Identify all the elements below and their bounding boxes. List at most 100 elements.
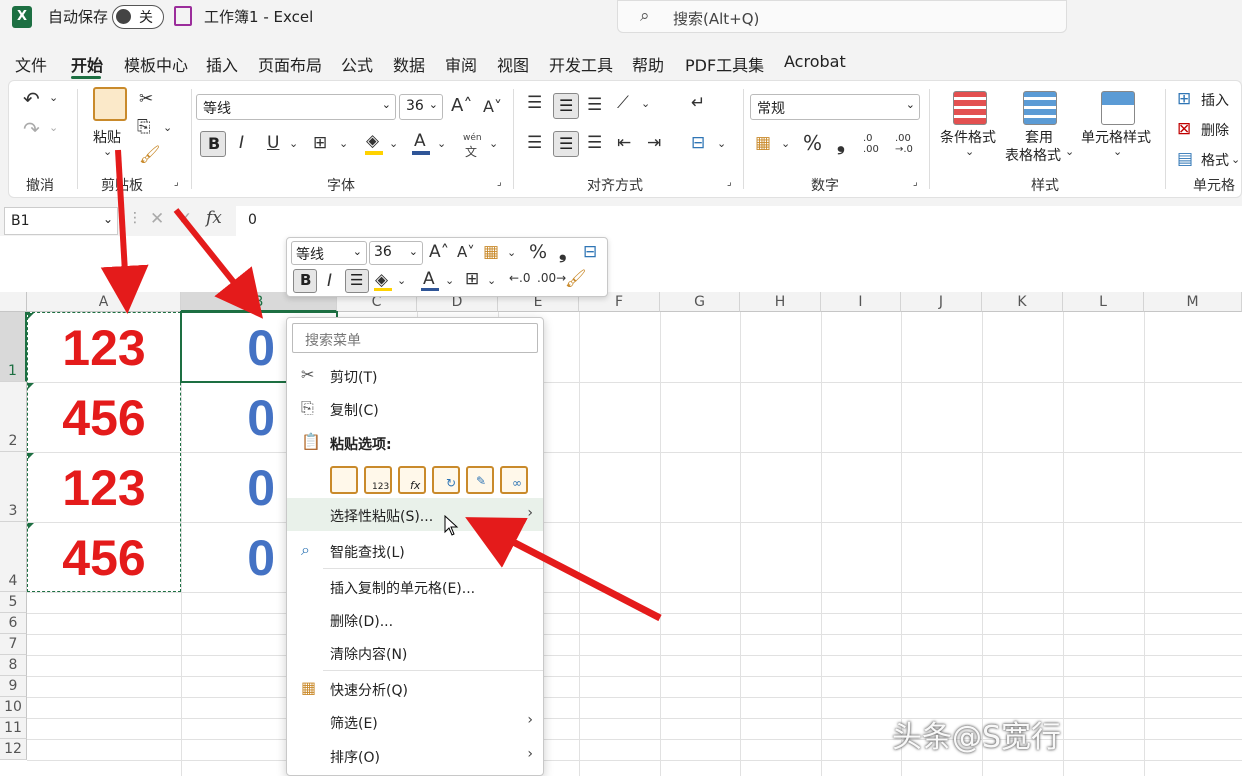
chevron-down-icon[interactable]: ⌄ [1113,145,1122,158]
cell-styles-icon[interactable] [1101,91,1135,125]
align-left-icon[interactable]: ☰ [527,133,542,153]
decrease-font-icon[interactable]: A˅ [483,97,502,116]
mini-italic-button[interactable]: I [327,271,332,291]
increase-indent-icon[interactable]: ⇥ [647,133,661,153]
tab-help[interactable]: 帮助 [632,52,664,76]
percent-button[interactable]: % [803,131,822,155]
font-size-dropdown[interactable]: 36 ⌄ [399,94,443,120]
cell-b3[interactable]: 0 [181,458,275,518]
increase-decimal-button[interactable]: .0.00 [863,133,879,155]
paste-link-icon[interactable]: ∞ [500,466,528,494]
mini-percent-button[interactable]: % [529,241,547,263]
increase-decimal-icon[interactable]: ←.0 [509,271,531,285]
number-format-dropdown[interactable]: 常规 ⌄ [750,94,920,120]
dialog-launcher-icon[interactable]: ⌟ [497,177,502,188]
search-box[interactable]: ⌕ 搜索(Alt+Q) [617,0,1067,33]
chevron-down-icon[interactable]: ⌄ [781,137,790,150]
fill-color-icon[interactable]: ◈ [375,270,388,290]
borders-icon[interactable]: ⊞ [313,133,327,153]
row-header-11[interactable]: 11 [0,718,27,739]
chevron-down-icon[interactable]: ⌄ [717,137,726,150]
fill-color-icon[interactable]: ◈ [366,131,379,151]
chevron-down-icon[interactable]: ⌄ [507,246,516,259]
cut-icon[interactable]: ✂ [139,89,153,109]
format-cells-button[interactable]: 格式 [1201,150,1229,170]
chevron-down-icon[interactable]: ⌄ [339,137,348,150]
table-format-icon[interactable] [1023,91,1057,125]
row-header-8[interactable]: 8 [0,655,27,676]
font-color-icon[interactable]: A [414,131,426,151]
delete-cells-button[interactable]: 删除 [1201,120,1229,140]
cell-styles-button[interactable]: 单元格样式 [1081,127,1151,147]
row-header-10[interactable]: 10 [0,697,27,718]
chevron-down-icon[interactable]: ⌄ [437,137,446,150]
menu-item-smart-lookup[interactable]: ⌕ 智能查找(L) [287,534,543,567]
paste-icon[interactable] [330,466,358,494]
column-header-a[interactable]: A [27,292,181,312]
menu-item-insert-copied[interactable]: 插入复制的单元格(E)... [287,570,543,603]
tab-data[interactable]: 数据 [393,52,425,76]
row-header-12[interactable]: 12 [0,739,27,760]
row-header-3[interactable]: 3 [0,452,27,522]
menu-search-input[interactable]: 搜索菜单 [292,323,538,353]
menu-item-quick-analysis[interactable]: ▦ 快速分析(Q) [287,672,543,705]
chevron-down-icon[interactable]: ⌄ [103,145,112,158]
wrap-text-icon[interactable]: ↵ [691,93,705,113]
conditional-format-button[interactable]: 条件格式 [940,127,996,147]
chevron-down-icon[interactable]: ⌄ [49,91,58,104]
align-center-button[interactable]: ☰ [553,131,579,157]
cell-a4[interactable]: 456 [27,528,181,588]
format-painter-icon[interactable]: 🖌 [565,269,587,289]
cell-a3[interactable]: 123 [27,458,181,518]
chevron-down-icon[interactable]: ⌄ [1231,153,1240,166]
table-format-label-1[interactable]: 套用 [1025,127,1053,147]
tab-view[interactable]: 视图 [497,52,529,76]
mini-bold-button[interactable]: B [293,269,317,293]
tab-templates[interactable]: 模板中心 [124,52,188,76]
orientation-icon[interactable]: ⟋ [617,93,629,113]
select-all-corner[interactable] [0,292,27,312]
font-name-dropdown[interactable]: 等线 ⌄ [196,94,396,120]
redo-icon[interactable]: ↷ [23,117,40,141]
menu-item-cut[interactable]: ✂ 剪切(T) [287,359,543,392]
formula-input[interactable]: 0 [236,206,1242,236]
name-box[interactable]: B1 ⌄ [4,207,118,235]
column-header-m[interactable]: M [1144,292,1242,312]
row-header-2[interactable]: 2 [0,382,27,452]
mini-font-size-dropdown[interactable]: 36 ⌄ [369,241,423,265]
mini-comma-button[interactable]: ❟ [559,241,566,263]
merge-center-icon[interactable]: ⊟ [583,242,597,262]
chevron-down-icon[interactable]: ⌄ [489,137,498,150]
align-middle-button[interactable]: ☰ [553,93,579,119]
autosave-toggle[interactable]: 关 [112,5,164,29]
delete-cells-icon[interactable]: ⊠ [1177,119,1191,139]
cell-a1[interactable]: 123 [27,318,181,378]
chevron-down-icon[interactable]: ⌄ [103,212,113,226]
menu-item-clear[interactable]: 清除内容(N) [287,636,543,669]
chevron-down-icon[interactable]: ⌄ [965,145,974,158]
table-format-button[interactable]: 表格格式 [1005,145,1061,165]
tab-developer[interactable]: 开发工具 [549,52,613,76]
tab-review[interactable]: 审阅 [445,52,477,76]
decrease-indent-icon[interactable]: ⇤ [617,133,631,153]
row-header-7[interactable]: 7 [0,634,27,655]
tab-home[interactable]: 开始 [71,52,103,76]
cell-b4[interactable]: 0 [181,528,275,588]
mini-font-name-dropdown[interactable]: 等线 ⌄ [291,241,367,265]
row-header-6[interactable]: 6 [0,613,27,634]
comma-button[interactable]: ❟ [837,131,845,155]
dialog-launcher-icon[interactable]: ⌟ [174,177,179,188]
column-header-j[interactable]: J [901,292,982,312]
save-icon[interactable] [174,6,192,26]
tab-insert[interactable]: 插入 [206,52,238,76]
accounting-format-icon[interactable]: ▦ [755,133,771,153]
paste-formatting-icon[interactable]: ✎ [466,466,494,494]
column-header-l[interactable]: L [1063,292,1144,312]
paste-icon[interactable] [93,87,127,121]
underline-button[interactable]: U [267,133,279,153]
borders-icon[interactable]: ⊞ [465,269,479,289]
chevron-down-icon[interactable]: ⌄ [445,274,454,287]
paste-values-icon[interactable]: 123 [364,466,392,494]
font-color-icon[interactable]: A [423,269,435,289]
cell-a2[interactable]: 456 [27,388,181,448]
